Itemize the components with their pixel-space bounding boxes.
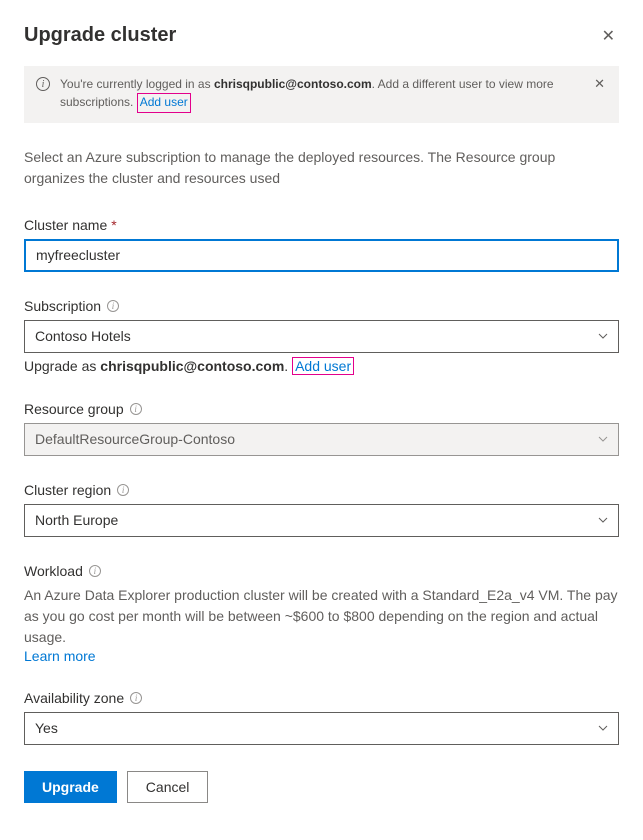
- subscription-label: Subscription i: [24, 298, 619, 314]
- info-hint-icon[interactable]: i: [89, 565, 101, 577]
- cluster-name-label: Cluster name*: [24, 217, 619, 233]
- close-icon[interactable]: ✕: [598, 24, 619, 48]
- resource-group-select[interactable]: DefaultResourceGroup-Contoso: [24, 423, 619, 456]
- availability-zone-label: Availability zone i: [24, 690, 619, 706]
- cluster-region-select[interactable]: North Europe: [24, 504, 619, 537]
- subscription-helper: Upgrade as chrisqpublic@contoso.com. Add…: [24, 357, 619, 375]
- info-icon: i: [36, 77, 50, 91]
- cancel-button[interactable]: Cancel: [127, 771, 209, 803]
- cluster-region-label: Cluster region i: [24, 482, 619, 498]
- page-description: Select an Azure subscription to manage t…: [24, 147, 619, 189]
- page-title: Upgrade cluster: [24, 24, 176, 47]
- add-user-link-banner[interactable]: Add user: [140, 95, 188, 109]
- learn-more-link[interactable]: Learn more: [24, 648, 96, 664]
- add-user-link-helper[interactable]: Add user: [295, 358, 351, 374]
- chevron-down-icon: [598, 515, 608, 525]
- chevron-down-icon: [598, 723, 608, 733]
- info-banner: i You're currently logged in as chrisqpu…: [24, 66, 619, 123]
- required-indicator: *: [111, 217, 116, 233]
- info-hint-icon[interactable]: i: [130, 403, 142, 415]
- upgrade-button[interactable]: Upgrade: [24, 771, 117, 803]
- cluster-name-input[interactable]: [24, 239, 619, 272]
- highlight-add-user-helper: Add user: [292, 357, 354, 375]
- info-hint-icon[interactable]: i: [107, 300, 119, 312]
- workload-description: An Azure Data Explorer production cluste…: [24, 585, 619, 648]
- info-hint-icon[interactable]: i: [117, 484, 129, 496]
- chevron-down-icon: [598, 331, 608, 341]
- highlight-add-user-banner: Add user: [137, 93, 191, 112]
- chevron-down-icon: [598, 434, 608, 444]
- workload-label: Workload i: [24, 563, 619, 579]
- availability-zone-select[interactable]: Yes: [24, 712, 619, 745]
- resource-group-label: Resource group i: [24, 401, 619, 417]
- subscription-select[interactable]: Contoso Hotels: [24, 320, 619, 353]
- banner-close-icon[interactable]: ✕: [592, 76, 607, 92]
- banner-text: You're currently logged in as chrisqpubl…: [60, 76, 582, 113]
- info-hint-icon[interactable]: i: [130, 692, 142, 704]
